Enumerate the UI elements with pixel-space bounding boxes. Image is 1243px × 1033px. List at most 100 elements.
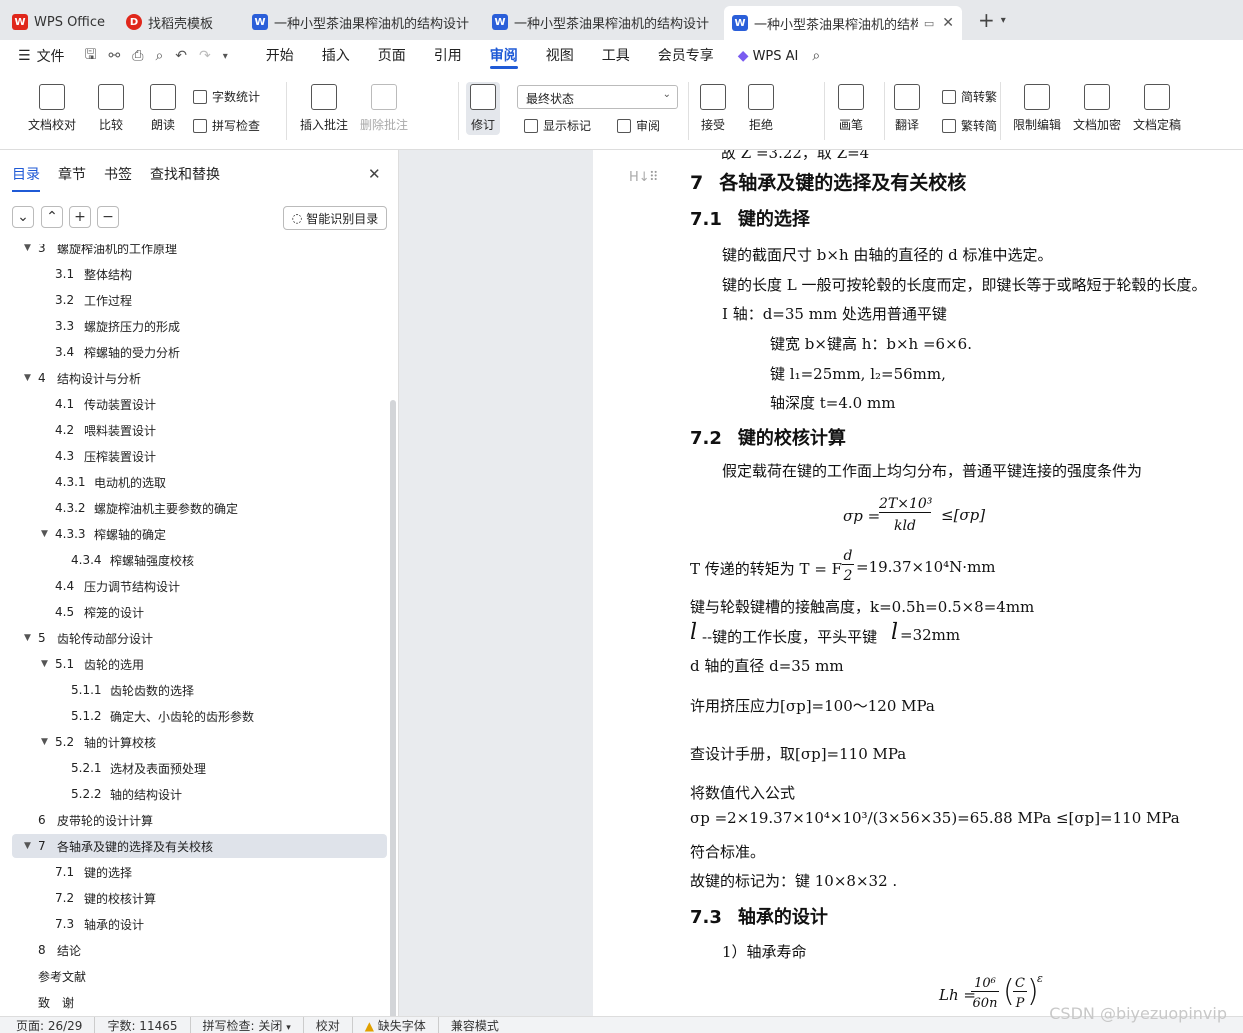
redo-icon[interactable]: ↷ bbox=[199, 48, 211, 64]
toc-item[interactable]: 4.3 压榨装置设计 bbox=[12, 444, 387, 468]
heading-marker-icon[interactable]: H↓ bbox=[629, 170, 650, 185]
toc-item[interactable]: 7.1 键的选择 bbox=[12, 860, 387, 884]
collapse-arrow-icon[interactable]: ▼ bbox=[24, 841, 31, 851]
toc-item[interactable]: ▼ 4 结构设计与分析 bbox=[12, 366, 387, 390]
smart-toc-button[interactable]: ◌ 智能识别目录 bbox=[283, 206, 387, 230]
undo-icon[interactable]: ↶ bbox=[175, 48, 187, 64]
tab-find-replace[interactable]: 查找和替换 bbox=[150, 164, 220, 192]
toc-item[interactable]: 5.1.1 齿轮齿数的选择 bbox=[12, 678, 387, 702]
toc-item[interactable]: 4.3.2 螺旋榨油机主要参数的确定 bbox=[12, 496, 387, 520]
window-icon[interactable]: ▭ bbox=[924, 17, 934, 30]
toc-item[interactable]: 4.5 榨笼的设计 bbox=[12, 600, 387, 624]
spell-check-button[interactable]: 拼写检查 bbox=[193, 117, 260, 134]
tab-chapters[interactable]: 章节 bbox=[58, 164, 86, 192]
toc-item[interactable]: 3.1 整体结构 bbox=[12, 262, 387, 286]
menu-page[interactable]: 页面 bbox=[364, 40, 420, 72]
toc-item[interactable]: ▼ 5 齿轮传动部分设计 bbox=[12, 626, 387, 650]
collapse-arrow-icon[interactable]: ▼ bbox=[41, 659, 48, 669]
show-markup-button[interactable]: 显示标记 bbox=[524, 117, 591, 134]
hamburger-icon[interactable]: ☰ bbox=[18, 48, 31, 64]
chevron-down-icon[interactable]: ▾ bbox=[1001, 15, 1006, 26]
tab-wps-office[interactable]: W WPS Office bbox=[4, 7, 114, 37]
toc-item[interactable]: 7.2 键的校核计算 bbox=[12, 886, 387, 910]
to-simplified-button[interactable]: 繁转简 bbox=[942, 117, 997, 134]
to-traditional-button[interactable]: 简转繁 bbox=[942, 88, 997, 105]
compare-button[interactable]: 比较 bbox=[98, 84, 124, 133]
toc-item[interactable]: 参考文献 bbox=[12, 964, 387, 988]
menu-reference[interactable]: 引用 bbox=[420, 40, 476, 72]
new-tab-icon[interactable]: + bbox=[978, 8, 995, 32]
word-count[interactable]: 字数: 11465 bbox=[95, 1016, 191, 1033]
toc-item[interactable]: 4.3.1 电动机的选取 bbox=[12, 470, 387, 494]
toc-item[interactable]: ▼ 5.2 轴的计算校核 bbox=[12, 730, 387, 754]
menu-insert[interactable]: 插入 bbox=[308, 40, 364, 72]
search-icon[interactable]: ⌕ bbox=[812, 48, 820, 64]
insert-comment-button[interactable]: 插入批注 bbox=[300, 84, 348, 133]
toc-item[interactable]: ▼ 7 各轴承及键的选择及有关校核 bbox=[12, 834, 387, 858]
track-changes-button[interactable]: 修订 bbox=[466, 82, 500, 135]
toc-item[interactable]: 4.3.4 榨螺轴强度校核 bbox=[12, 548, 387, 572]
translate-button[interactable]: 翻译 bbox=[894, 84, 920, 133]
toc-scrollbar[interactable] bbox=[390, 400, 396, 1030]
review-pane-button[interactable]: 审阅 bbox=[617, 117, 660, 134]
remove-heading-button[interactable]: − bbox=[97, 206, 119, 228]
toc-item[interactable]: ▼ 4.3.3 榨螺轴的确定 bbox=[12, 522, 387, 546]
toc-item[interactable]: 3.3 螺旋挤压力的形成 bbox=[12, 314, 387, 338]
tab-toc[interactable]: 目录 bbox=[12, 164, 40, 192]
doc-proof-button[interactable]: 文档校对 bbox=[28, 84, 76, 133]
more-chevron-icon[interactable]: ▾ bbox=[223, 51, 228, 62]
toc-item[interactable]: 致 谢 bbox=[12, 990, 387, 1014]
toc-item[interactable]: 5.2.2 轴的结构设计 bbox=[12, 782, 387, 806]
pen-button[interactable]: 画笔 bbox=[838, 84, 864, 133]
document-page[interactable]: 故 Z =3.22，取 Z=4 H↓ ⠿ 7 各轴承及键的选择及有关校核 7.1 键… bbox=[593, 150, 1243, 1016]
expand-down-button[interactable]: ⌄ bbox=[12, 206, 34, 228]
encrypt-button[interactable]: 文档加密 bbox=[1073, 84, 1121, 133]
restrict-edit-button[interactable]: 限制编辑 bbox=[1013, 84, 1061, 133]
reject-button[interactable]: 拒绝 bbox=[748, 84, 774, 133]
accept-button[interactable]: 接受 bbox=[700, 84, 726, 133]
toc-item[interactable]: 5.1.2 确定大、小齿轮的齿形参数 bbox=[12, 704, 387, 728]
menu-tools[interactable]: 工具 bbox=[588, 40, 644, 72]
add-heading-button[interactable]: + bbox=[69, 206, 91, 228]
toc-item[interactable]: ▼ 5.1 齿轮的选用 bbox=[12, 652, 387, 676]
word-count-button[interactable]: 字数统计 bbox=[193, 88, 260, 105]
proof-status[interactable]: 校对 bbox=[304, 1016, 353, 1033]
print-icon[interactable]: ⎙ bbox=[132, 48, 143, 64]
preview-icon[interactable]: ⌕ bbox=[155, 48, 163, 64]
menu-review[interactable]: 审阅 bbox=[476, 40, 532, 72]
spell-check-status[interactable]: 拼写检查: 关闭 ▾ bbox=[191, 1016, 304, 1033]
tab-doc-2[interactable]: W 一种小型茶油果榨油机的结构设计 开 bbox=[484, 7, 720, 37]
delete-comment-button[interactable]: 删除批注 bbox=[360, 84, 408, 133]
menu-start[interactable]: 开始 bbox=[252, 40, 308, 72]
share-icon[interactable]: ⚯ bbox=[109, 48, 121, 64]
toc-item[interactable]: 3.2 工作过程 bbox=[12, 288, 387, 312]
tab-docer[interactable]: D 找稻壳模板 bbox=[118, 7, 240, 37]
tab-doc-1[interactable]: W 一种小型茶油果榨油机的结构设计 任 bbox=[244, 7, 480, 37]
toc-item[interactable]: 5.2.1 选材及表面预处理 bbox=[12, 756, 387, 780]
toc-item[interactable]: 8 结论 bbox=[12, 938, 387, 962]
tab-doc-3-active[interactable]: W 一种小型茶油果榨油机的结构 ▭ ✕ bbox=[724, 6, 962, 40]
collapse-arrow-icon[interactable]: ▼ bbox=[41, 529, 48, 539]
wps-ai-button[interactable]: WPS AI bbox=[753, 49, 799, 64]
collapse-arrow-icon[interactable]: ▼ bbox=[24, 244, 31, 253]
toc-item[interactable]: ▼ 3 螺旋榨油机的工作原理 bbox=[12, 244, 387, 260]
toc-item[interactable]: 4.4 压力调节结构设计 bbox=[12, 574, 387, 598]
missing-font-status[interactable]: ▲ 缺失字体 bbox=[353, 1016, 439, 1033]
collapse-up-button[interactable]: ⌃ bbox=[41, 206, 63, 228]
save-icon[interactable]: 🖫 bbox=[85, 44, 97, 68]
finalize-button[interactable]: 文档定稿 bbox=[1133, 84, 1181, 133]
close-tab-icon[interactable]: ✕ bbox=[942, 15, 954, 31]
menu-member[interactable]: 会员专享 bbox=[644, 40, 728, 72]
collapse-arrow-icon[interactable]: ▼ bbox=[24, 633, 31, 643]
file-menu[interactable]: 文件 bbox=[37, 46, 65, 66]
toc-item[interactable]: 3.4 榨螺轴的受力分析 bbox=[12, 340, 387, 364]
toc-item[interactable]: 7.3 轴承的设计 bbox=[12, 912, 387, 936]
toc-item[interactable]: 4.1 传动装置设计 bbox=[12, 392, 387, 416]
toc-item[interactable]: 6 皮带轮的设计计算 bbox=[12, 808, 387, 832]
menu-view[interactable]: 视图 bbox=[532, 40, 588, 72]
drag-handle-icon[interactable]: ⠿ bbox=[649, 170, 659, 185]
toc-item[interactable]: 4.2 喂料装置设计 bbox=[12, 418, 387, 442]
collapse-arrow-icon[interactable]: ▼ bbox=[24, 373, 31, 383]
close-pane-icon[interactable]: ✕ bbox=[368, 165, 381, 183]
markup-state-select[interactable]: 最终状态 ⌄ bbox=[517, 85, 678, 109]
